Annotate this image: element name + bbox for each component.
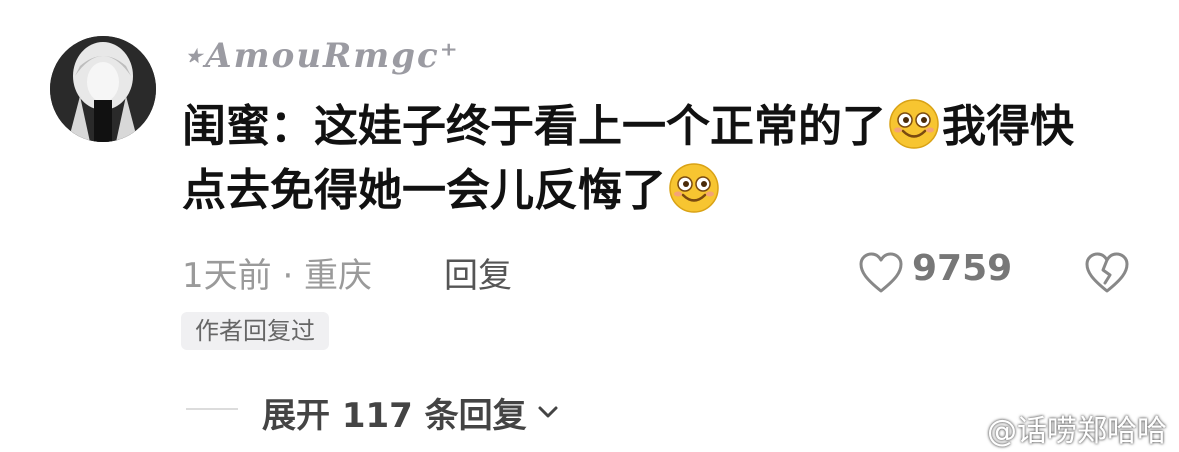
- reply-button[interactable]: 回复: [444, 248, 512, 297]
- divider-line: [186, 408, 238, 410]
- user-avatar[interactable]: [50, 36, 156, 142]
- username[interactable]: ⋆AmouRmgc⁺: [182, 36, 460, 76]
- smile-emoji-icon: [669, 163, 719, 213]
- weibo-icon: [943, 418, 981, 445]
- expand-replies-label: 展开 117 条回复: [262, 396, 527, 436]
- comment-text-part2: 我得快: [942, 101, 1074, 152]
- like-count: 9759: [912, 248, 1013, 289]
- heart-icon[interactable]: [858, 251, 904, 295]
- comment-text-part1: 闺蜜：这娃子终于看上一个正常的了: [182, 101, 886, 152]
- smile-emoji-icon: [889, 99, 939, 149]
- comment-text: 闺蜜：这娃子终于看上一个正常的了 我得快 点去免得她一会儿反悔了: [182, 95, 1142, 223]
- watermark: @话唠郑哈哈: [943, 406, 1167, 450]
- watermark-text: @话唠郑哈哈: [987, 414, 1167, 449]
- comment-text-part3: 点去免得她一会儿反悔了: [182, 165, 666, 216]
- expand-replies-button[interactable]: 展开 117 条回复: [262, 388, 561, 437]
- author-replied-badge: 作者回复过: [181, 312, 329, 350]
- chevron-down-icon: [538, 406, 558, 418]
- broken-heart-icon[interactable]: [1084, 251, 1130, 295]
- time-location: 1天前 · 重庆: [182, 256, 373, 296]
